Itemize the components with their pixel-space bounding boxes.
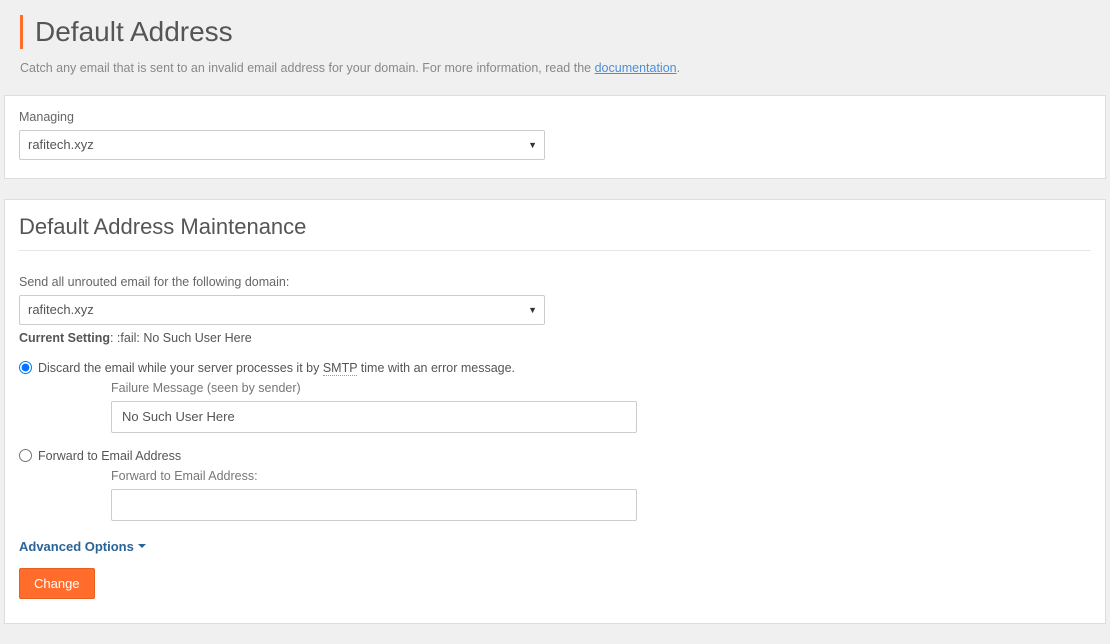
discard-label-pre: Discard the email while your server proc… (38, 361, 323, 375)
advanced-options-toggle[interactable]: Advanced Options (19, 539, 146, 554)
managing-domain-select[interactable]: rafitech.xyz (19, 130, 545, 160)
current-setting: Current Setting: :fail: No Such User Her… (19, 331, 1091, 345)
current-setting-label: Current Setting (19, 331, 110, 345)
failure-message-label: Failure Message (seen by sender) (111, 381, 1091, 395)
forward-address-input[interactable] (111, 489, 637, 521)
maintenance-panel: Default Address Maintenance Send all unr… (4, 199, 1106, 624)
discard-label-post: time with an error message. (357, 361, 515, 375)
divider (19, 250, 1091, 251)
page-description: Catch any email that is sent to an inval… (20, 61, 1090, 75)
discard-radio-label: Discard the email while your server proc… (38, 361, 515, 375)
forward-address-label: Forward to Email Address: (111, 469, 1091, 483)
forward-radio[interactable] (19, 449, 32, 462)
discard-radio[interactable] (19, 361, 32, 374)
current-setting-value: : :fail: No Such User Here (110, 331, 252, 345)
page-title: Default Address (20, 15, 1090, 49)
smtp-abbr: SMTP (323, 361, 358, 376)
desc-text-pre: Catch any email that is sent to an inval… (20, 61, 595, 75)
managing-label: Managing (19, 110, 1091, 124)
domain-label: Send all unrouted email for the followin… (19, 275, 1091, 289)
domain-select[interactable]: rafitech.xyz (19, 295, 545, 325)
forward-radio-label: Forward to Email Address (38, 449, 181, 463)
documentation-link[interactable]: documentation (595, 61, 677, 75)
failure-message-input[interactable] (111, 401, 637, 433)
chevron-down-icon (138, 544, 146, 548)
managing-panel: Managing rafitech.xyz (4, 95, 1106, 179)
desc-text-post: . (677, 61, 680, 75)
maintenance-title: Default Address Maintenance (19, 214, 1091, 240)
change-button[interactable]: Change (19, 568, 95, 599)
advanced-options-label: Advanced Options (19, 539, 134, 554)
